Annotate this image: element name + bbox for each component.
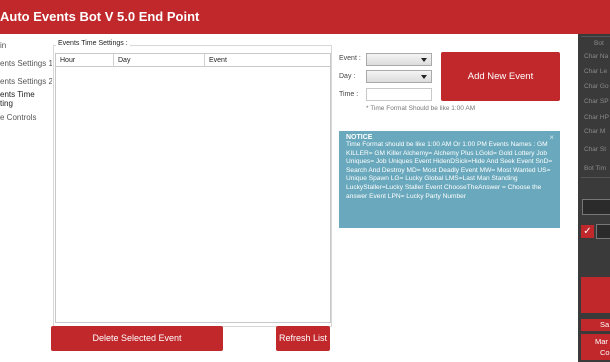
manual-control-button[interactable]: Mar Co <box>581 334 610 360</box>
event-label: Event : <box>339 55 361 62</box>
notice-body: Time Format should be like 1:00 AM Or 1:… <box>346 141 553 200</box>
title-bar: Auto Events Bot V 5.0 End Point <box>0 0 610 34</box>
check-icon[interactable]: ✓ <box>581 225 594 238</box>
delete-selected-event-button[interactable]: Delete Selected Event <box>51 326 223 351</box>
right-status-panel: Bot Char Na Char Le Char Go Char SP Char… <box>578 34 610 362</box>
nav-item-main[interactable]: in <box>0 41 6 51</box>
add-new-event-button[interactable]: Add New Event <box>441 52 560 101</box>
close-icon[interactable]: × <box>549 133 554 142</box>
notice-title: NOTICE <box>346 134 373 141</box>
status-label-char-name: Char Na <box>584 53 609 60</box>
nav-item-events-settings-2[interactable]: ents Settings 2 <box>0 77 52 87</box>
day-select[interactable] <box>366 70 432 83</box>
nav-item-events-time-line2: ting <box>0 99 13 108</box>
status-label-char-sp: Char SP <box>584 98 609 105</box>
day-label: Day : <box>339 73 356 80</box>
column-hour[interactable]: Hour <box>56 54 114 67</box>
event-select[interactable] <box>366 53 432 66</box>
refresh-list-button[interactable]: Refresh List <box>276 326 330 351</box>
chevron-down-icon <box>421 58 427 62</box>
status-label-char-hp: Char HP <box>584 114 609 121</box>
chevron-down-icon <box>421 75 427 79</box>
column-event[interactable]: Event <box>205 54 330 67</box>
time-input[interactable] <box>366 88 432 101</box>
window-title: Auto Events Bot V 5.0 End Point <box>0 9 200 24</box>
status-label-bot: Bot <box>594 40 604 47</box>
notice-box: NOTICE × Time Format should be like 1:00… <box>339 131 560 228</box>
status-label-char-level: Char Le <box>584 68 608 75</box>
save-button[interactable]: Sa <box>581 319 610 331</box>
time-format-hint: * Time Format Should be like 1:00 AM <box>366 105 476 112</box>
divider <box>581 36 610 37</box>
time-label: Time : <box>339 91 359 98</box>
status-field <box>582 199 610 215</box>
start-button[interactable] <box>581 277 610 313</box>
manual-control-label-2: Co <box>600 348 610 357</box>
nav-item-controls[interactable]: e Controls <box>0 113 36 123</box>
events-group-label: Events Time Settings : <box>56 40 130 47</box>
status-label-char-status: Char St <box>584 146 607 153</box>
manual-control-label: Mar <box>595 337 608 346</box>
status-toggle[interactable] <box>596 224 610 239</box>
nav-item-events-settings-1[interactable]: ents Settings 1 <box>0 59 52 69</box>
events-list-header: Hour Day Event <box>56 54 330 67</box>
column-day[interactable]: Day <box>114 54 205 67</box>
status-label-char-gold: Char Go <box>584 83 609 90</box>
status-label-bot-time: Bot Tim <box>584 165 607 172</box>
divider <box>581 177 610 178</box>
left-nav: in ents Settings 1 ents Settings 2 ents … <box>0 34 52 362</box>
status-label-char-mp: Char M <box>584 128 606 135</box>
events-list[interactable]: Hour Day Event <box>55 53 331 323</box>
